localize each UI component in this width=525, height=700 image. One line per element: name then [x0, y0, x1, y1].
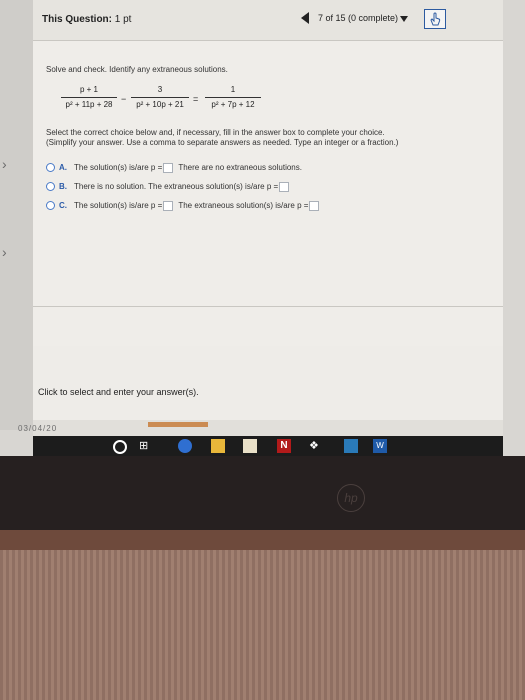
radio-c[interactable] — [46, 201, 55, 210]
page-bottom-strip — [33, 420, 503, 436]
points-value: 1 pt — [114, 14, 132, 25]
radio-a[interactable] — [46, 163, 55, 172]
choice-b[interactable]: B. There is no solution. The extraneous … — [46, 181, 476, 193]
word-icon[interactable]: W — [373, 439, 387, 453]
chapter-tab-ghost — [148, 422, 208, 427]
help-hand-button[interactable] — [424, 9, 446, 29]
equation: p + 1 p² + 11p + 28 − 3 p² + 10p + 21 = … — [61, 85, 261, 115]
hp-logo: hp — [337, 484, 365, 512]
laptop-bezel — [0, 456, 525, 531]
answer-box-c2[interactable] — [309, 200, 320, 211]
chevron-right-icon[interactable]: › — [2, 156, 7, 172]
question-title: This Question: — [42, 14, 112, 25]
date-text: 03/04/20 — [18, 424, 58, 433]
radio-b[interactable] — [46, 182, 55, 191]
dropbox-icon[interactable]: ❖ — [309, 439, 323, 453]
previous-question-icon[interactable] — [301, 12, 309, 24]
netflix-icon[interactable]: N — [277, 439, 291, 453]
laptop-screen: › › This Question: 1 pt 7 of 15 (0 compl… — [0, 0, 525, 456]
question-header: This Question: 1 pt 7 of 15 (0 complete) — [33, 0, 503, 41]
mail-icon[interactable] — [344, 439, 358, 453]
instruction-text: Solve and check. Identify any extraneous… — [46, 65, 228, 74]
answer-box-c1[interactable] — [163, 200, 174, 211]
choice-instruction: Select the correct choice below and, if … — [46, 128, 399, 147]
question-progress-dropdown[interactable]: 7 of 15 (0 complete) — [318, 10, 418, 27]
question-content: Solve and check. Identify any extraneous… — [33, 41, 503, 346]
file-explorer-icon[interactable] — [211, 439, 225, 453]
choice-a[interactable]: A. The solution(s) is/are p = There are … — [46, 162, 476, 174]
fraction-1: p + 1 p² + 11p + 28 — [61, 85, 117, 110]
footer-instruction: Click to select and enter your answer(s)… — [38, 387, 199, 397]
progress-text: 7 of 15 (0 complete) — [318, 13, 399, 23]
search-icon[interactable] — [113, 440, 127, 454]
answer-box-b[interactable] — [279, 181, 290, 192]
question-panel: This Question: 1 pt 7 of 15 (0 complete)… — [33, 0, 503, 420]
minus-operator: − — [121, 94, 127, 104]
laptop-hinge — [0, 530, 525, 550]
edge-browser-icon[interactable] — [178, 439, 192, 453]
windows-taskbar: ⊞ N ❖ W — [33, 436, 503, 456]
fraction-2: 3 p² + 10p + 21 — [131, 85, 189, 110]
caret-down-icon — [400, 15, 409, 22]
laptop-keyboard-grille — [0, 550, 525, 700]
fraction-3: 1 p² + 7p + 12 — [205, 85, 261, 110]
chevron-right-icon[interactable]: › — [2, 244, 7, 260]
left-side-strip: › › — [0, 0, 33, 430]
content-divider — [33, 306, 503, 307]
store-icon[interactable] — [243, 439, 257, 453]
task-view-icon[interactable]: ⊞ — [139, 439, 153, 453]
hand-pointer-icon — [430, 12, 441, 26]
answer-box-a[interactable] — [163, 162, 174, 173]
choice-c[interactable]: C. The solution(s) is/are p = The extran… — [46, 200, 476, 212]
question-label: This Question: 1 pt — [42, 14, 131, 25]
equals-operator: = — [193, 94, 199, 104]
